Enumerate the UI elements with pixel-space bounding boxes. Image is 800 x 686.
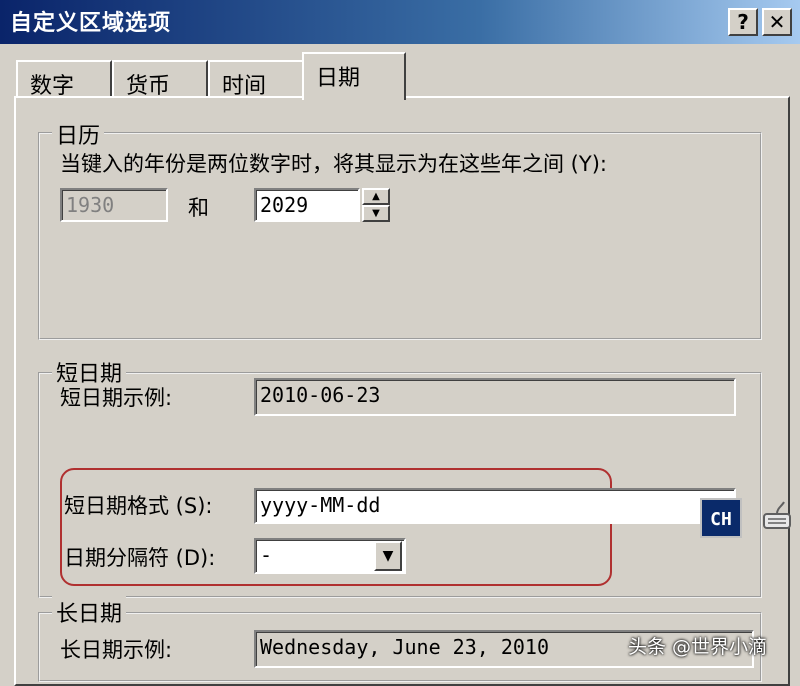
two-digit-year-label: 当键入的年份是两位数字时，将其显示为在这些年之间 (Y): <box>60 152 607 176</box>
close-button[interactable]: ✕ <box>762 8 792 36</box>
and-label: 和 <box>188 196 209 220</box>
date-separator-label: 日期分隔符 (D): <box>64 546 216 570</box>
year-to-field[interactable]: 2029 <box>254 188 360 222</box>
tab-date[interactable]: 日期 <box>302 52 406 100</box>
tab-currency[interactable]: 货币 <box>112 60 208 99</box>
ime-indicator[interactable]: CH <box>700 498 742 538</box>
tab-numbers[interactable]: 数字 <box>16 60 112 99</box>
long-date-example-label: 长日期示例: <box>60 638 173 662</box>
long-date-group-title: 长日期 <box>52 596 127 628</box>
tab-time[interactable]: 时间 <box>208 60 304 99</box>
window-title: 自定义区域选项 <box>10 11 172 36</box>
year-from-field: 1930 <box>60 188 168 222</box>
short-date-format-label: 短日期格式 (S): <box>64 494 213 518</box>
keyboard-icon[interactable] <box>760 500 794 536</box>
short-date-example-value: 2010-06-23 <box>254 378 736 416</box>
spin-down-icon[interactable]: ▼ <box>362 205 390 222</box>
short-date-example-label: 短日期示例: <box>60 386 173 410</box>
help-button[interactable]: ? <box>728 8 758 36</box>
watermark: 头条 @世界小滴 <box>628 636 768 658</box>
calendar-group-title: 日历 <box>52 118 105 150</box>
chevron-down-icon[interactable]: ▼ <box>374 541 402 571</box>
short-date-format-input[interactable]: yyyy-MM-dd <box>254 488 736 524</box>
spin-up-icon[interactable]: ▲ <box>362 188 390 205</box>
